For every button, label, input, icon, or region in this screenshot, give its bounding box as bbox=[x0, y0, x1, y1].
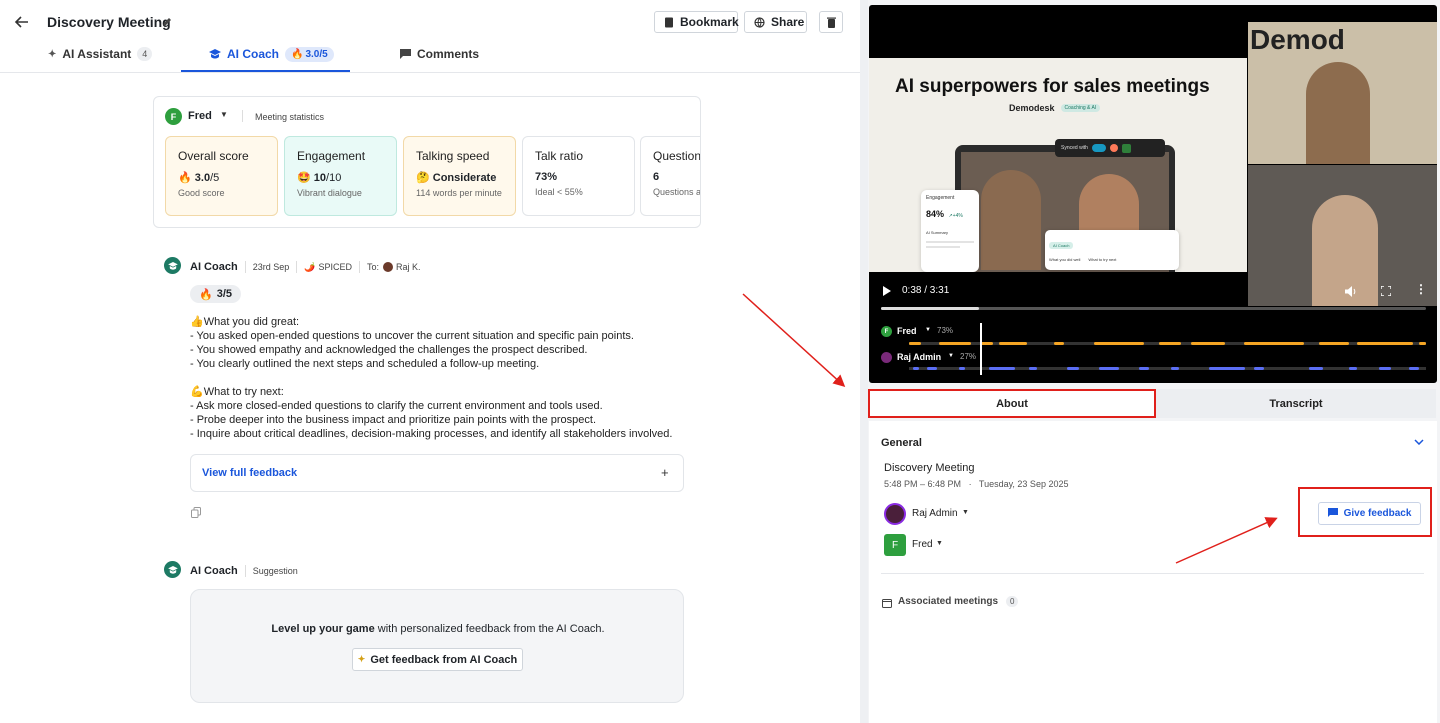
annotation-arrows bbox=[742, 293, 1278, 564]
annotation-arrow-to-about bbox=[742, 293, 846, 388]
annotation-arrow-to-give-feedback bbox=[1175, 517, 1278, 564]
